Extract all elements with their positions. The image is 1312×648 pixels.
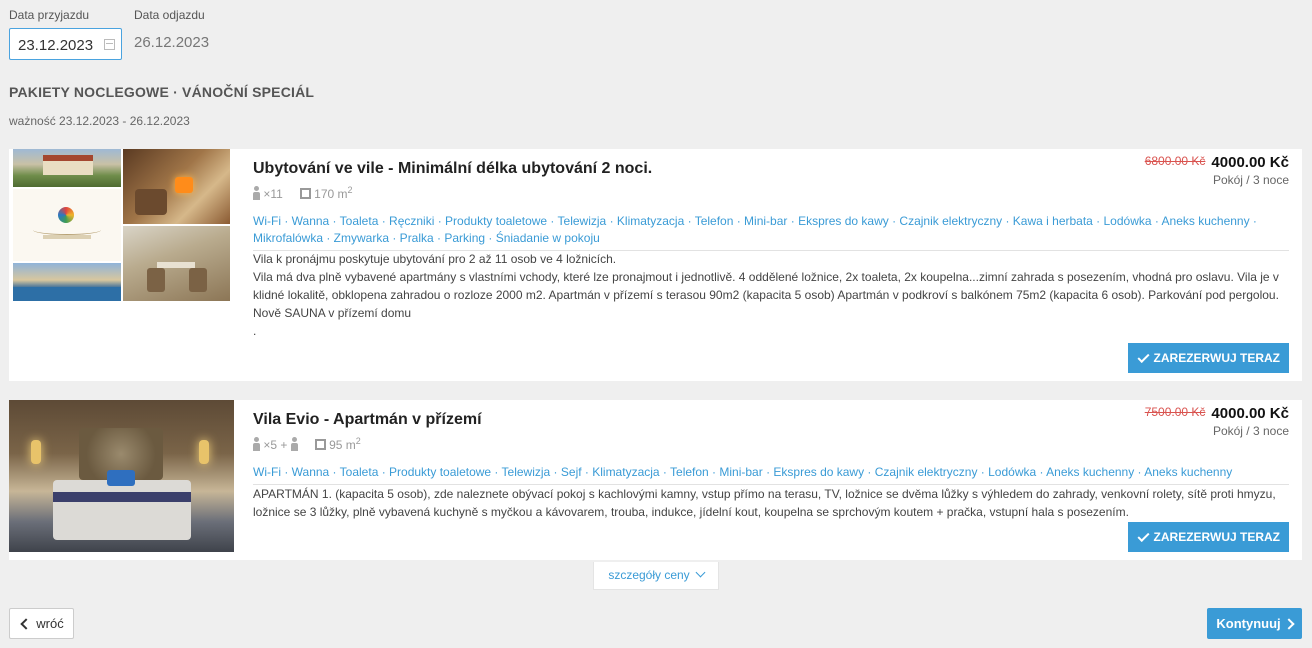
package-title: PAKIETY NOCLEGOWE · VÁNOČNÍ SPECIÁL — [9, 84, 315, 100]
amenities-list: Wi-Fi · Wanna · Toaleta · Produkty toale… — [253, 464, 1289, 485]
check-icon — [1137, 529, 1150, 542]
reserve-button[interactable]: ZAREZERWUJ TERAZ — [1127, 522, 1289, 552]
price-per: Pokój / 3 noce — [1212, 173, 1289, 187]
calendar-icon[interactable] — [104, 39, 115, 50]
price-details-label: szczegóły ceny — [608, 568, 690, 582]
offer-description: Vila k pronájmu poskytuje ubytování pro … — [253, 250, 1289, 340]
description-line: . — [253, 324, 257, 338]
person-icon — [253, 437, 260, 451]
reserve-label: ZAREZERWUJ TERAZ — [1153, 530, 1280, 544]
area-unit-sup: 2 — [355, 436, 361, 446]
continue-label: Kontynuuj — [1216, 616, 1281, 631]
arrival-date-value: 23.12.2023 — [18, 37, 94, 54]
price-block: 7500.00 Kč 4000.00 Kč Pokój / 3 noce — [1145, 405, 1289, 438]
fireplace-room-photo[interactable] — [123, 149, 230, 224]
new-price: 4000.00 Kč — [1211, 405, 1289, 422]
chevron-left-icon — [20, 617, 32, 630]
area-icon — [315, 439, 327, 450]
price-per: Pokój / 3 noce — [1212, 424, 1289, 438]
package-validity: ważność 23.12.2023 - 26.12.2023 — [9, 114, 190, 128]
guest-count: ×5 + — [263, 438, 288, 452]
continue-button[interactable]: Kontynuuj — [1207, 608, 1302, 639]
reserve-button[interactable]: ZAREZERWUJ TERAZ — [1127, 343, 1289, 373]
chevron-down-icon — [695, 567, 706, 578]
offer-card: Ubytování ve vile - Minimální délka ubyt… — [9, 149, 1302, 381]
offer-meta: ×11 170 m2 — [253, 185, 353, 201]
description-line: APARTMÁN 1. (kapacita 5 osob), zde nalez… — [253, 487, 1276, 519]
back-button[interactable]: wróć — [9, 608, 74, 639]
dining-room-photo[interactable] — [123, 226, 230, 301]
offer-card: Vila Evio - Apartmán v přízemí 7500.00 K… — [9, 400, 1302, 560]
offer-title[interactable]: Vila Evio - Apartmán v přízemí — [253, 411, 482, 429]
departure-date-value: 26.12.2023 — [134, 34, 210, 51]
arrival-label: Data przyjazdu — [9, 8, 90, 22]
new-price: 4000.00 Kč — [1211, 154, 1289, 171]
description-line: Vila má dva plně vybavené apartmány s vl… — [253, 270, 1279, 302]
description-line: Nově SAUNA v přízemí domu — [253, 306, 412, 320]
offer-description: APARTMÁN 1. (kapacita 5 osob), zde nalez… — [253, 485, 1289, 521]
offer-meta: ×5 + 95 m2 — [253, 436, 361, 452]
area-value: 95 m — [329, 438, 356, 452]
logo-image — [13, 189, 121, 261]
old-price: 7500.00 Kč — [1144, 405, 1206, 419]
departure-label: Data odjazdu — [134, 8, 205, 22]
description-line: Vila k pronájmu poskytuje ubytování pro … — [253, 252, 617, 266]
amenities-list: Wi-Fi · Wanna · Toaleta · Ręczniki · Pro… — [253, 213, 1289, 251]
pool-photo[interactable] — [13, 263, 121, 301]
chevron-right-icon — [1282, 617, 1295, 630]
price-details-toggle[interactable]: szczegóły ceny — [593, 562, 719, 590]
bedroom-photo[interactable] — [9, 400, 234, 552]
reserve-label: ZAREZERWUJ TERAZ — [1153, 351, 1280, 365]
area-icon — [300, 188, 312, 199]
area-unit-sup: 2 — [347, 185, 353, 195]
offer-title[interactable]: Ubytování ve vile - Minimální délka ubyt… — [253, 160, 652, 178]
person-icon — [253, 186, 260, 200]
back-label: wróć — [36, 616, 64, 631]
price-block: 6800.00 Kč 4000.00 Kč Pokój / 3 noce — [1145, 154, 1289, 187]
arrival-date-input[interactable]: 23.12.2023 — [9, 28, 122, 60]
check-icon — [1137, 350, 1150, 363]
old-price: 6800.00 Kč — [1144, 154, 1206, 168]
guest-count: ×11 — [263, 187, 283, 201]
person-icon — [290, 437, 298, 451]
villa-exterior-photo[interactable] — [13, 149, 121, 187]
area-value: 170 m — [314, 187, 348, 201]
